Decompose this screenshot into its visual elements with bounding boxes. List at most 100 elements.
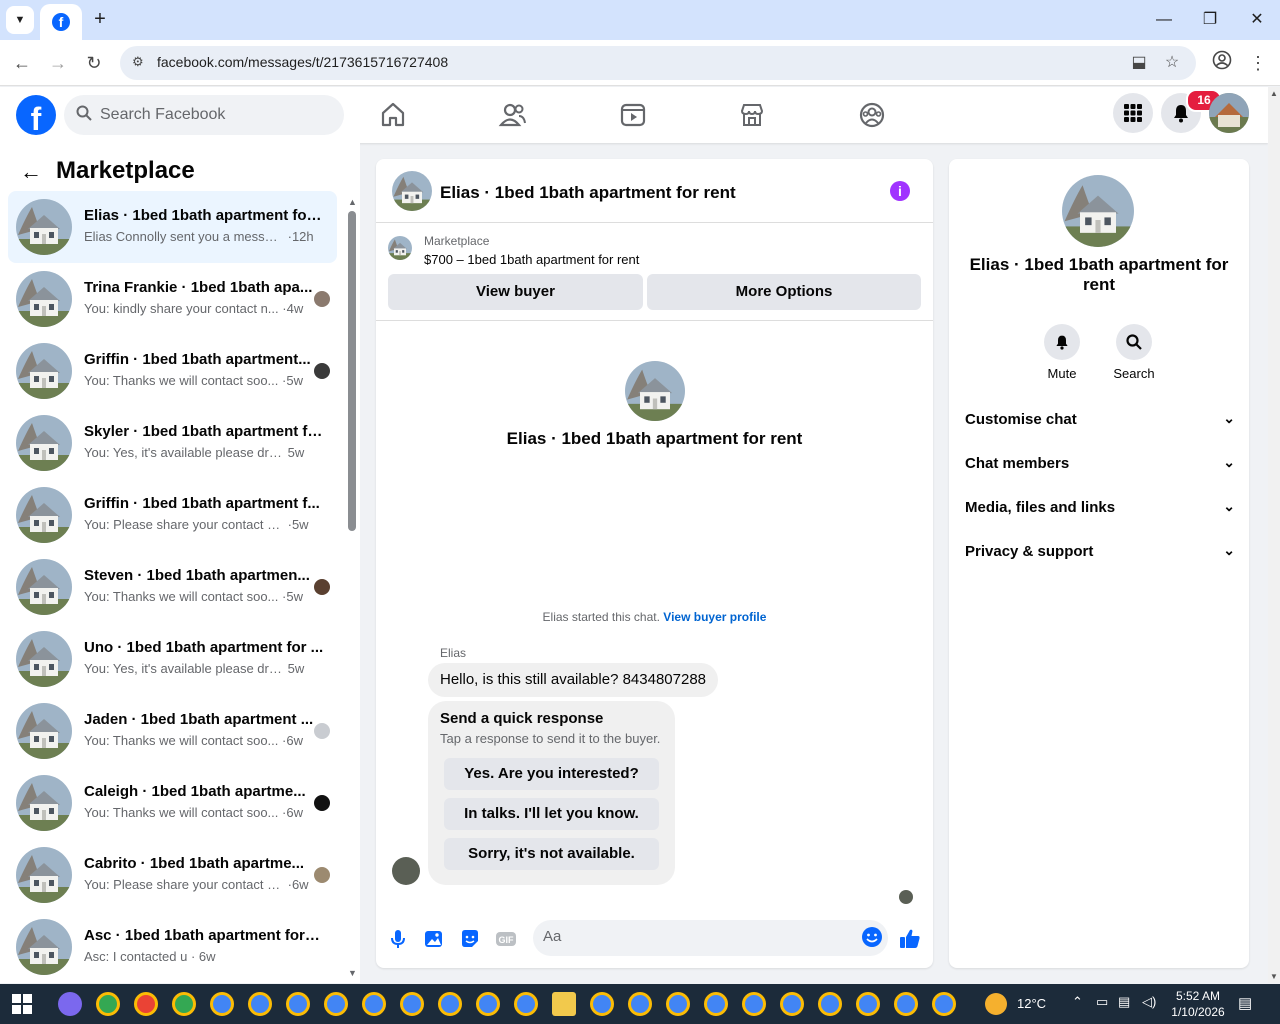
chrome-profile-icon[interactable] — [894, 992, 918, 1016]
view-buyer-profile-link[interactable]: View buyer profile — [663, 610, 766, 624]
quick-response-sorry[interactable]: Sorry, it's not available. — [444, 838, 659, 870]
page-scrollbar[interactable]: ▲ ▼ — [1268, 87, 1280, 983]
sidebar-scroll-thumb[interactable] — [348, 211, 356, 531]
back-button[interactable]: ← — [10, 51, 34, 75]
chrome-profile-icon[interactable] — [704, 992, 728, 1016]
browser-menu-icon[interactable]: ⋮ — [1246, 51, 1270, 75]
home-icon[interactable] — [377, 99, 409, 131]
quick-response-talks[interactable]: In talks. I'll let you know. — [444, 798, 659, 830]
scroll-up-icon[interactable]: ▲ — [348, 197, 357, 207]
conversation-item[interactable]: Trina Frankie · 1bed 1bath apa... You: ki… — [8, 263, 337, 335]
network-icon[interactable]: ▤ — [1118, 994, 1130, 1010]
section-media-files[interactable]: Media, files and links ⌄ — [965, 488, 1235, 528]
sidebar-scrollbar[interactable] — [346, 207, 356, 975]
friends-icon[interactable] — [497, 99, 529, 131]
close-window-button[interactable]: ✕ — [1245, 8, 1269, 32]
install-app-icon[interactable]: ⬓ — [1128, 52, 1150, 74]
search-chat-button[interactable]: Search — [1104, 324, 1164, 381]
sticker-icon[interactable] — [458, 927, 482, 951]
groups-icon[interactable] — [856, 99, 888, 131]
weather-icon[interactable] — [985, 993, 1007, 1015]
menu-grid-button[interactable] — [1113, 93, 1153, 133]
conversation-item[interactable]: Asc · 1bed 1bath apartment for r... Asc: … — [8, 911, 337, 983]
url-text[interactable]: facebook.com/messages/t/2173615716727408 — [157, 54, 448, 70]
buyer-avatar[interactable] — [392, 857, 420, 885]
tray-device-icon[interactable]: ▭ — [1096, 994, 1108, 1010]
mute-button[interactable]: Mute — [1032, 324, 1092, 381]
back-arrow-icon[interactable]: ← — [20, 159, 42, 185]
chrome-profile-icon[interactable] — [932, 992, 956, 1016]
tray-chevron-icon[interactable]: ⌃ — [1072, 994, 1083, 1010]
browser-tab-facebook[interactable]: f — [40, 4, 82, 40]
windows-start-icon[interactable] — [12, 994, 32, 1014]
facebook-logo[interactable]: f — [16, 95, 56, 135]
more-options-button[interactable]: More Options — [647, 274, 921, 310]
conversation-item[interactable]: Elias · 1bed 1bath apartment for ... Elia… — [8, 191, 337, 263]
info-avatar[interactable] — [1062, 175, 1134, 247]
conversation-item[interactable]: Griffin · 1bed 1bath apartment... You: Th… — [8, 335, 337, 407]
section-chat-members[interactable]: Chat members ⌄ — [965, 444, 1235, 484]
chrome-profile-icon[interactable] — [438, 992, 462, 1016]
copilot-icon[interactable] — [58, 992, 82, 1016]
volume-icon[interactable]: ◁) — [1142, 994, 1156, 1010]
address-bar[interactable]: ⚙ facebook.com/messages/t/21736157167274… — [120, 46, 1196, 80]
marketplace-icon[interactable] — [736, 99, 768, 131]
chrome-profile-icon[interactable] — [742, 992, 766, 1016]
account-avatar[interactable] — [1209, 93, 1249, 133]
restore-button[interactable]: ❐ — [1198, 8, 1222, 32]
scroll-down-icon[interactable]: ▼ — [348, 968, 357, 978]
tab-search-dropdown[interactable]: ▼ — [6, 6, 34, 34]
emoji-icon[interactable] — [861, 926, 885, 950]
message-input[interactable] — [543, 928, 843, 945]
chrome-profile-icon[interactable] — [324, 992, 348, 1016]
profile-icon[interactable] — [1210, 50, 1234, 74]
chrome-profile-icon[interactable] — [590, 992, 614, 1016]
section-customise-chat[interactable]: Customise chat ⌄ — [965, 400, 1235, 440]
chrome-profile-icon[interactable] — [628, 992, 652, 1016]
file-explorer-icon[interactable] — [552, 992, 576, 1016]
chrome-profile-icon[interactable] — [666, 992, 690, 1016]
chat-avatar[interactable] — [392, 171, 432, 211]
clock[interactable]: 5:52 AM 1/10/2026 — [1166, 988, 1230, 1020]
conversation-item[interactable]: Jaden · 1bed 1bath apartment ... You: Tha… — [8, 695, 337, 767]
chrome-profile-icon[interactable] — [134, 992, 158, 1016]
quick-response-yes[interactable]: Yes. Are you interested? — [444, 758, 659, 790]
chrome-profile-icon[interactable] — [400, 992, 424, 1016]
bookmark-star-icon[interactable]: ☆ — [1161, 52, 1183, 74]
chat-title[interactable]: Elias · 1bed 1bath apartment for rent — [440, 183, 736, 203]
conversation-item[interactable]: Caleigh · 1bed 1bath apartme... You: Than… — [8, 767, 337, 839]
new-tab-button[interactable]: + — [88, 8, 112, 32]
chrome-profile-icon[interactable] — [856, 992, 880, 1016]
message-bubble[interactable]: Hello, is this still available? 84348072… — [428, 663, 719, 697]
conversation-item[interactable]: Uno · 1bed 1bath apartment for ... You: Y… — [8, 623, 337, 695]
chrome-profile-icon[interactable] — [514, 992, 538, 1016]
conversation-item[interactable]: Griffin · 1bed 1bath apartment f... You: … — [8, 479, 337, 551]
minimize-button[interactable]: — — [1152, 8, 1176, 32]
chrome-profile-icon[interactable] — [818, 992, 842, 1016]
chrome-profile-icon[interactable] — [476, 992, 500, 1016]
info-icon[interactable]: i — [890, 181, 910, 201]
reload-button[interactable]: ↻ — [82, 51, 106, 75]
listing-thumbnail[interactable] — [388, 236, 412, 260]
facebook-search-input[interactable]: Search Facebook — [64, 95, 344, 135]
forward-button[interactable]: → — [46, 51, 70, 75]
conversation-item[interactable]: Cabrito · 1bed 1bath apartme... You: Plea… — [8, 839, 337, 911]
section-privacy-support[interactable]: Privacy & support ⌄ — [965, 532, 1235, 572]
listing-price[interactable]: $700 – 1bed 1bath apartment for rent — [424, 252, 639, 267]
gif-icon[interactable]: GIF — [494, 927, 518, 951]
microphone-icon[interactable] — [386, 927, 410, 951]
chrome-profile-icon[interactable] — [210, 992, 234, 1016]
chrome-profile-icon[interactable] — [172, 992, 196, 1016]
chrome-profile-icon[interactable] — [362, 992, 386, 1016]
notification-center-icon[interactable]: ▤ — [1238, 994, 1252, 1012]
video-icon[interactable] — [617, 99, 649, 131]
chrome-profile-icon[interactable] — [286, 992, 310, 1016]
chrome-profile-icon[interactable] — [248, 992, 272, 1016]
photo-icon[interactable] — [422, 927, 446, 951]
chrome-profile-icon[interactable] — [96, 992, 120, 1016]
chrome-profile-icon[interactable] — [780, 992, 804, 1016]
view-buyer-button[interactable]: View buyer — [388, 274, 643, 310]
conversation-item[interactable]: Skyler · 1bed 1bath apartment fo... You: … — [8, 407, 337, 479]
message-composer[interactable] — [533, 920, 888, 956]
like-thumb-icon[interactable] — [898, 927, 922, 951]
